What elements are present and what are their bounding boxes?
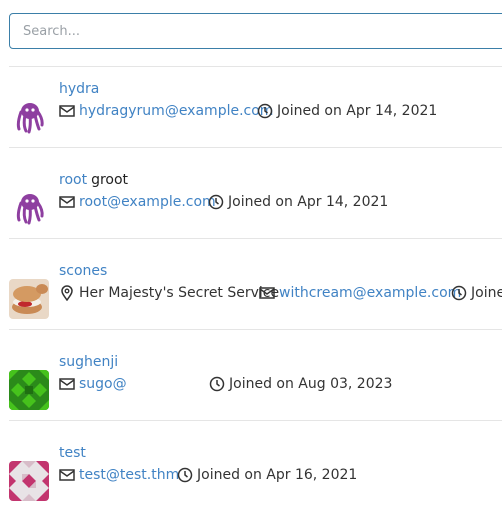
octopus-avatar-icon[interactable] [9,97,49,137]
email-link[interactable]: withcream@example.com [279,285,461,301]
user-list-item: test test@test.thm Joined on Apr 16, 202… [9,445,502,505]
email-link[interactable]: hydragyrum@example.com [79,103,273,119]
clock-icon [209,376,225,392]
octopus-avatar-icon[interactable] [9,188,49,228]
username-link[interactable]: sughenji [59,354,118,370]
divider [9,238,502,239]
divider [9,66,502,67]
divider [9,147,502,148]
username-link[interactable]: root [59,172,87,188]
pink-identicon-avatar[interactable] [9,461,49,501]
mail-icon [259,287,275,299]
username-link[interactable]: hydra [59,81,99,97]
search-input[interactable] [9,13,502,49]
divider [9,329,502,330]
clock-icon [451,285,467,301]
mail-icon [59,105,75,117]
location-text: Her Majesty's Secret Service [79,285,280,301]
clock-icon [257,103,273,119]
joined-date: Joine [471,285,502,301]
mail-icon [59,378,75,390]
mail-icon [59,469,75,481]
full-name: groot [91,172,129,188]
scone-photo-avatar[interactable] [9,279,49,319]
username-link[interactable]: scones [59,263,107,279]
user-list-item: scones Her Majesty's Secret Service with… [9,263,502,323]
email-link[interactable]: test@test.thm [79,467,179,483]
clock-icon [208,194,224,210]
user-list-item: root groot root@example.com Joined on Apr… [9,172,502,232]
green-identicon-avatar[interactable] [9,370,49,410]
joined-date: Joined on Apr 14, 2021 [228,194,389,210]
user-list-item: hydra hydragyrum@example.com Joined on A… [9,81,502,141]
joined-date: Joined on Apr 14, 2021 [277,103,438,119]
email-link[interactable]: root@example.com [79,194,216,210]
username-link[interactable]: test [59,445,86,461]
email-link[interactable]: sugo@ [79,376,127,392]
user-list-item: sughenji sugo@ Joined on Aug 03, 2023 [9,354,502,414]
mail-icon [59,196,75,208]
joined-date: Joined on Aug 03, 2023 [229,376,393,392]
divider [9,420,502,421]
location-pin-icon [61,285,73,301]
joined-date: Joined on Apr 16, 2021 [197,467,358,483]
clock-icon [177,467,193,483]
